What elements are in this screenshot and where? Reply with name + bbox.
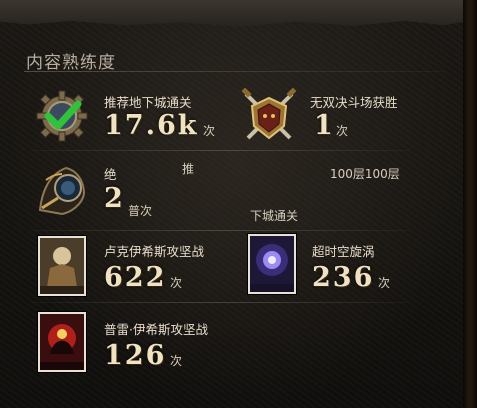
overlay-text-tui: 推 xyxy=(182,162,195,176)
entry-value-recommended-dungeon: 17.6k xyxy=(104,110,199,141)
entry-label-arena-wins: 无双决斗场获胜 xyxy=(310,95,398,110)
prey-portrait-icon xyxy=(38,312,86,372)
entry-label-prey-raid: 普雷·伊希斯攻坚战 xyxy=(104,322,208,337)
panel-right-border xyxy=(463,0,477,408)
entry-value-jue: 2 xyxy=(104,183,125,214)
overlay-text-floor: 100层100层 xyxy=(330,167,400,181)
gear-checkmark-icon xyxy=(34,88,90,144)
entry-label-time-vortex: 超时空旋涡 xyxy=(312,244,375,259)
row-divider xyxy=(30,150,410,151)
entry-value-prey-raid: 126 xyxy=(104,340,167,371)
entry-label-luke-raid: 卢克伊希斯攻坚战 xyxy=(104,244,205,259)
entry-value-arena-wins: 1 xyxy=(314,110,335,141)
hooded-figure-icon xyxy=(32,160,92,218)
entry-unit-arena-wins: 次 xyxy=(336,124,349,138)
overlay-text-dungeon-clear: 下城通关 xyxy=(250,209,299,223)
title-divider xyxy=(24,71,444,72)
entry-unit-time-vortex: 次 xyxy=(378,276,391,290)
entry-value-luke-raid: 622 xyxy=(104,262,167,293)
entry-label-recommended-dungeon: 推荐地下城通关 xyxy=(104,95,192,110)
entry-label-jue: 绝 xyxy=(104,167,117,182)
entry-value-time-vortex: 236 xyxy=(312,262,375,293)
vortex-portrait-icon xyxy=(248,234,296,294)
row-divider xyxy=(30,302,410,303)
entry-unit-recommended-dungeon: 次 xyxy=(203,124,216,138)
luke-portrait-icon xyxy=(38,236,86,296)
row-divider xyxy=(30,230,410,231)
panel-title: 内容熟练度 xyxy=(26,53,116,73)
entry-unit-prey-raid: 次 xyxy=(170,354,183,368)
entry-unit-luke-raid: 次 xyxy=(170,276,183,290)
crossed-swords-shield-icon xyxy=(240,87,298,144)
entry-unit-jue: 普次 xyxy=(128,204,153,218)
